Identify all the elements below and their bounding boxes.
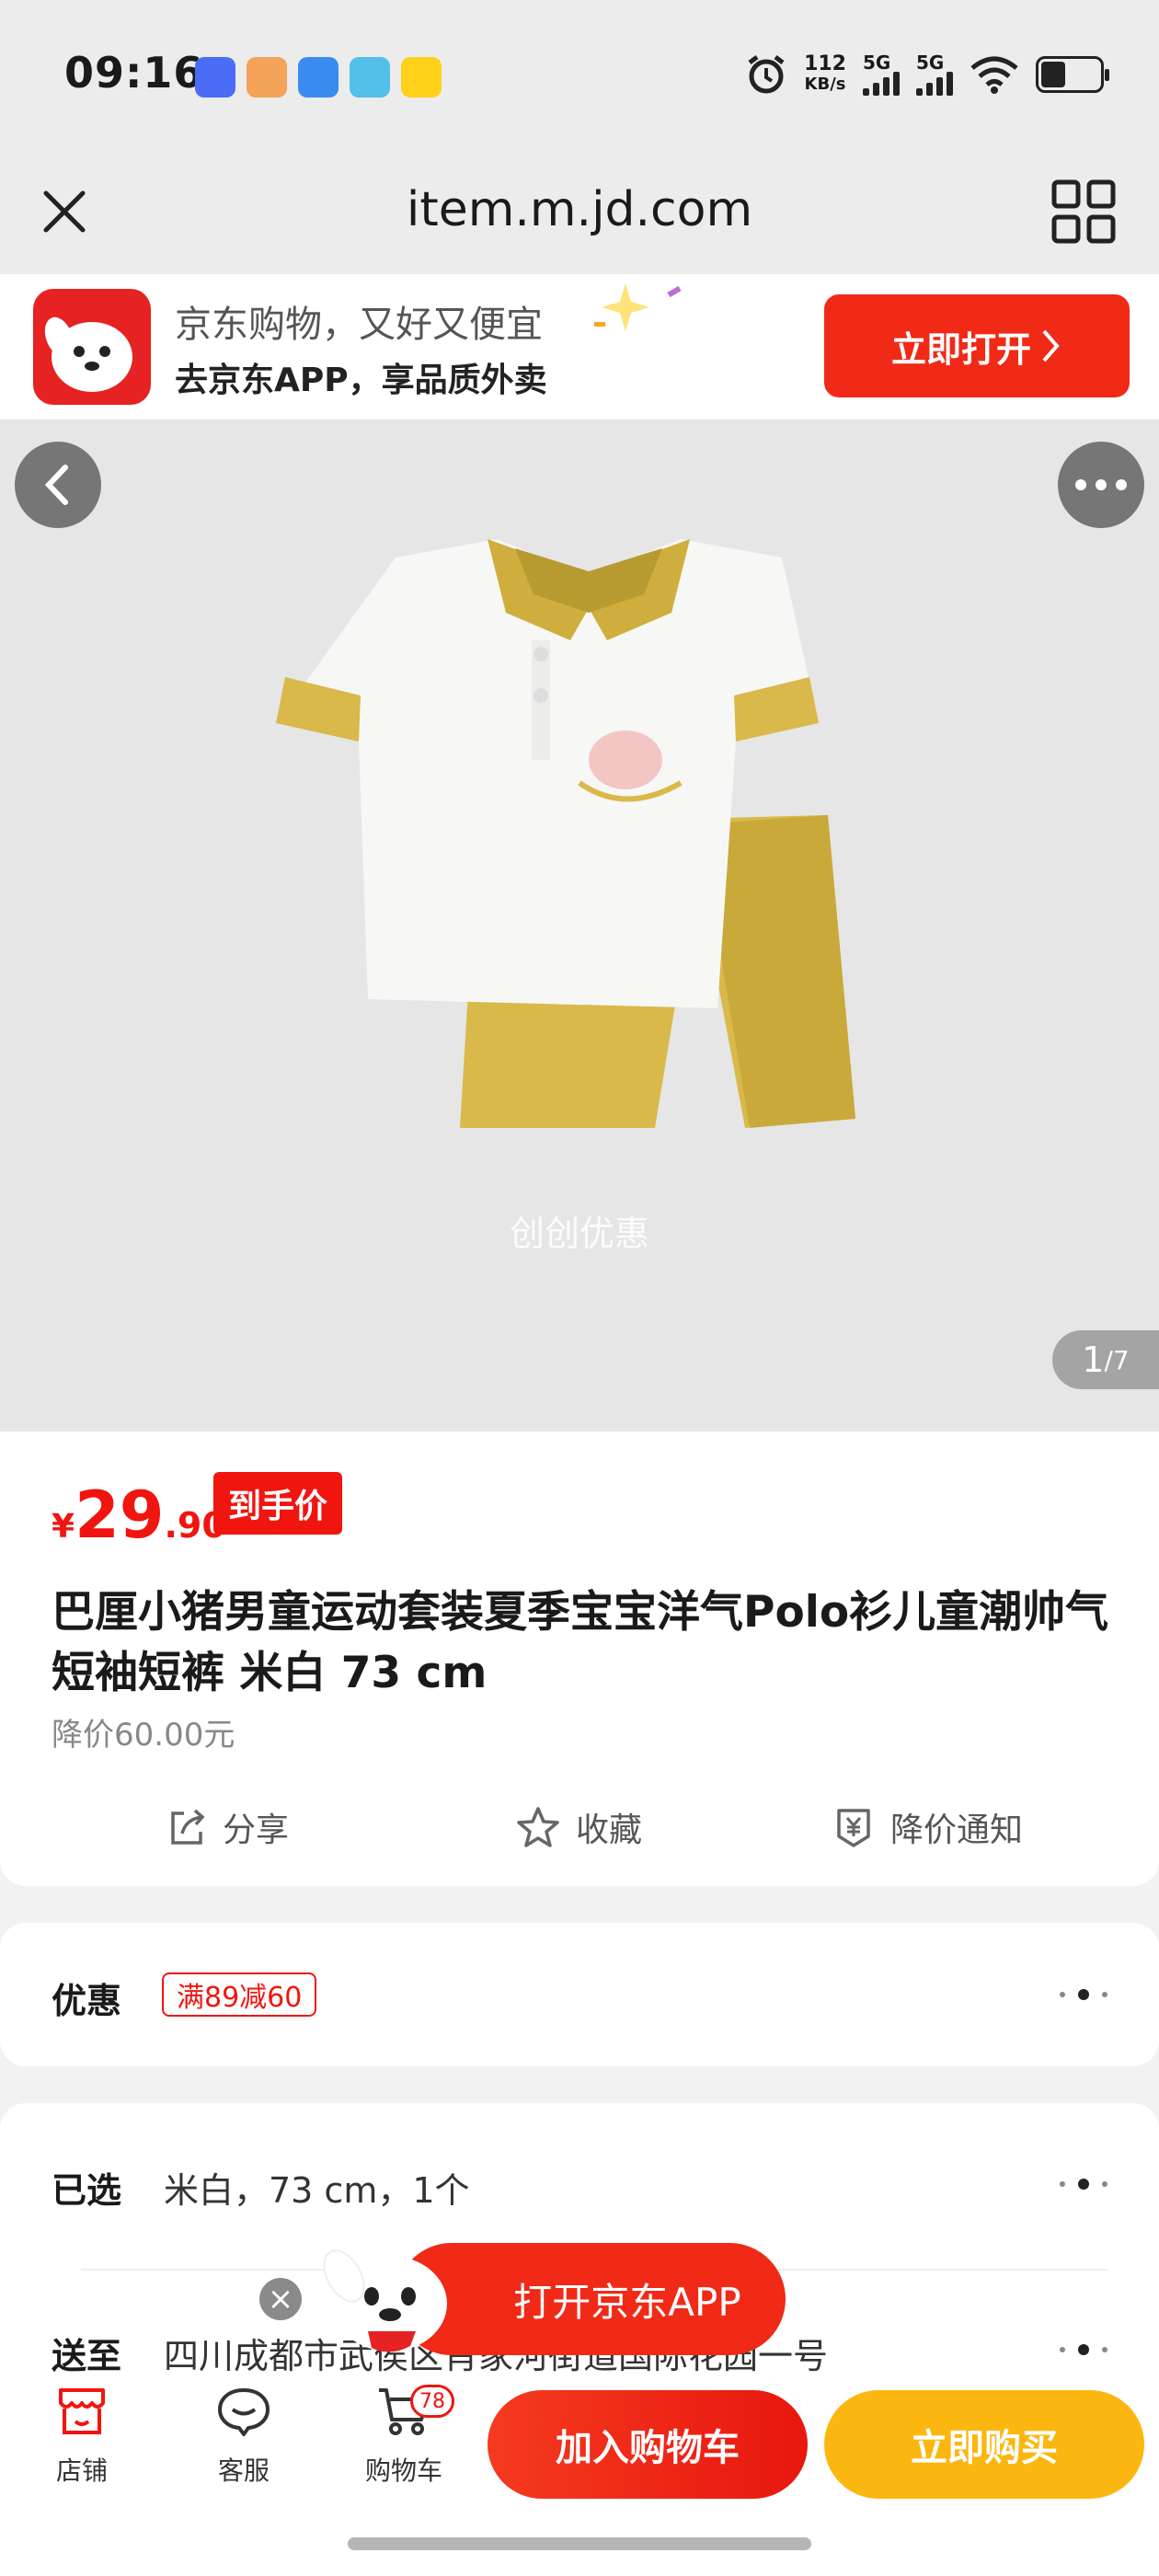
signal-bars-icon	[863, 72, 900, 96]
status-indicators: 112 KB/s 5G 5G	[745, 53, 1109, 96]
net-speed-value: 112	[804, 52, 846, 75]
final-price-badge: 到手价	[213, 1472, 343, 1535]
cart-nav[interactable]: 购物车 78	[344, 2385, 464, 2488]
store-nav[interactable]: 店铺	[22, 2385, 142, 2488]
jd-logo-icon	[33, 289, 151, 405]
signal-5g-2: 5G	[916, 53, 953, 96]
price-drop-text: 降价60.00元	[52, 1717, 235, 1754]
alarm-icon	[748, 55, 785, 94]
jd-app-banner[interactable]: 京东购物，又好又便宜 去京东APP，享品质外卖 立即打开	[0, 274, 1159, 420]
status-bar: 09:16 112 KB/s 5G 5G	[0, 0, 1159, 147]
favorite-label: 收藏	[576, 1811, 643, 1849]
star-icon	[517, 1807, 559, 1847]
wifi-icon	[970, 56, 1018, 94]
product-title: 巴厘小猪男童运动套装夏季宝宝洋气Polo衫儿童潮帅气短袖短裤 米白 73 cm	[52, 1587, 1109, 1698]
meituan-app-icon	[401, 57, 442, 98]
url-text[interactable]: item.m.jd.com	[0, 182, 1159, 237]
cart-count-badge: 78	[410, 2385, 454, 2418]
image-watermark: 创创优惠	[509, 1213, 649, 1254]
status-time: 09:16	[64, 48, 204, 98]
meme-app-icon	[247, 57, 287, 98]
chat-service-icon	[218, 2388, 270, 2436]
back-button[interactable]	[15, 442, 101, 528]
home-indicator[interactable]	[348, 2537, 811, 2550]
price-integer: 29	[75, 1478, 165, 1553]
open-app-button[interactable]: 立即打开	[824, 294, 1130, 397]
signal-5g-1: 5G	[863, 53, 900, 96]
baidu-app-icon	[298, 57, 339, 98]
image-counter-current: 1	[1082, 1340, 1105, 1380]
jd-mascot-icon	[323, 2249, 447, 2352]
telegram-app-icon	[350, 57, 390, 98]
coupon-badge: 满89减60	[162, 1972, 317, 2017]
store-icon	[59, 2388, 105, 2434]
browser-url-bar: item.m.jd.com	[0, 147, 1159, 274]
ship-to-label: 送至	[52, 2336, 122, 2376]
service-label: 客服	[217, 2455, 270, 2486]
product-image	[276, 539, 855, 1128]
promotion-label: 优惠	[52, 1981, 122, 2021]
status-app-icons	[195, 57, 442, 98]
chevron-right-icon	[1042, 329, 1060, 362]
product-actions: 分享 收藏 降价通知	[0, 1803, 1159, 1868]
battery-icon	[1036, 56, 1109, 93]
close-floating-icon[interactable]: ×	[259, 2278, 302, 2320]
image-counter: 1/7	[1052, 1330, 1159, 1389]
more-options-button[interactable]	[1058, 442, 1144, 528]
selected-label: 已选	[52, 2170, 122, 2211]
signal-label: 5G	[863, 52, 891, 74]
share-label: 分享	[223, 1811, 290, 1849]
price: ¥ 29 .90	[52, 1478, 226, 1553]
net-speed: 112 KB/s	[804, 54, 846, 95]
chevron-left-icon	[44, 465, 68, 505]
cart-label: 购物车	[364, 2455, 442, 2486]
open-app-label: 立即打开	[890, 328, 1031, 370]
share-icon	[171, 1809, 205, 1845]
price-alert-button[interactable]: 降价通知	[832, 1803, 1023, 1851]
more-dots-icon[interactable]	[1060, 1989, 1107, 2000]
selected-value: 米白，73 cm，1个	[164, 2170, 470, 2211]
buy-now-button[interactable]: 立即购买	[824, 2390, 1144, 2499]
sparkle-decoration-icon	[594, 283, 682, 331]
price-tag-icon	[837, 1809, 870, 1847]
banner-subslogan: 去京东APP，享品质外卖	[175, 362, 547, 399]
image-counter-total: /7	[1104, 1344, 1130, 1375]
net-speed-unit: KB/s	[804, 75, 846, 94]
vivo-app-icon	[195, 57, 235, 98]
product-gallery[interactable]	[0, 420, 1159, 1432]
banner-slogan: 京东购物，又好又便宜	[175, 304, 543, 346]
product-info-card: ¥ 29 .90 到手价 巴厘小猪男童运动套装夏季宝宝洋气Polo衫儿童潮帅气短…	[0, 1432, 1159, 1886]
signal-label: 5G	[916, 52, 945, 74]
grid-menu-icon[interactable]	[1047, 175, 1120, 248]
promotion-row[interactable]: 优惠 满89减60	[0, 1923, 1159, 2066]
favorite-button[interactable]: 收藏	[515, 1803, 642, 1851]
price-currency: ¥	[52, 1508, 75, 1546]
more-dots-icon[interactable]	[1060, 2179, 1107, 2190]
price-alert-label: 降价通知	[890, 1811, 1024, 1849]
floating-open-app-label: 打开京东APP	[513, 2279, 741, 2325]
more-dots-icon[interactable]	[1060, 2344, 1107, 2355]
signal-bars-icon	[916, 72, 953, 96]
add-to-cart-button[interactable]: 加入购物车	[488, 2390, 808, 2499]
more-dots-icon	[1075, 479, 1127, 490]
store-label: 店铺	[55, 2455, 108, 2486]
share-button[interactable]: 分享	[166, 1803, 289, 1851]
service-nav[interactable]: 客服	[184, 2385, 304, 2488]
